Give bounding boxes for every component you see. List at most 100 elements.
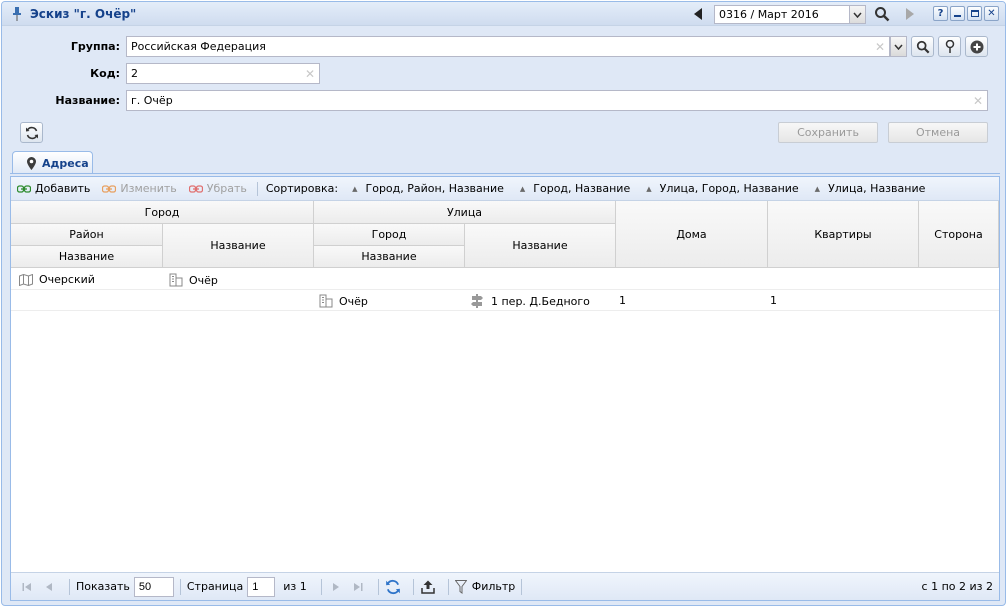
prev-page-button[interactable] — [41, 579, 57, 595]
group-search-button[interactable] — [911, 36, 934, 57]
remove-button[interactable]: Убрать — [188, 182, 247, 195]
help-icon: ? — [937, 8, 944, 19]
header-city-name[interactable]: Название — [163, 224, 314, 268]
cancel-button[interactable]: Отмена — [888, 122, 988, 143]
add-label: Добавить — [35, 182, 91, 195]
prev-period-button[interactable] — [688, 4, 708, 24]
building-icon — [169, 273, 183, 287]
sort-option-label: Улица, Город, Название — [659, 182, 799, 195]
add-button[interactable]: Добавить — [17, 182, 90, 195]
header-district[interactable]: Район — [11, 224, 163, 246]
first-page-button[interactable] — [19, 579, 35, 595]
address-sketch-window: Эскиз "г. Очёр" 0316 / Март 2016 ? ✕ Гру… — [1, 1, 1006, 606]
street-city-cell: Очёр — [319, 294, 368, 308]
apartments-cell: 1 — [770, 294, 777, 307]
first-page-icon — [22, 582, 31, 591]
pager-toolbar: Показать Страница из 1 Фильтр с 1 по 2 и… — [11, 572, 999, 600]
next-period-button[interactable] — [900, 4, 920, 24]
group-dropdown-button[interactable] — [890, 36, 907, 57]
search-period-button[interactable] — [872, 4, 892, 24]
sort-option-label: Город, Район, Название — [365, 182, 504, 195]
pager-separator — [320, 578, 322, 595]
header-houses[interactable]: Дома — [616, 201, 768, 268]
sort-city-name[interactable]: ▲ Город, Название — [520, 182, 630, 195]
clear-icon[interactable]: ✕ — [973, 94, 983, 108]
minimize-button[interactable] — [950, 6, 965, 21]
link-icon — [17, 184, 31, 193]
district-cell: Очерский — [19, 273, 95, 286]
period-select[interactable]: 0316 / Март 2016 — [714, 5, 866, 24]
header-street[interactable]: Улица — [314, 201, 616, 224]
name-label: Название: — [55, 94, 120, 107]
clear-icon[interactable]: ✕ — [305, 67, 315, 81]
group-label: Группа: — [70, 40, 120, 53]
close-button[interactable]: ✕ — [984, 6, 999, 21]
code-field[interactable]: 2 ✕ — [126, 63, 320, 84]
sort-asc-icon: ▲ — [519, 184, 526, 193]
save-button[interactable]: Сохранить — [778, 122, 878, 143]
refresh-icon — [385, 579, 400, 594]
pager-separator — [447, 578, 449, 595]
sort-city-district-name[interactable]: ▲ Город, Район, Название — [352, 182, 504, 195]
filter-icon — [454, 579, 467, 594]
arrow-left-icon — [694, 8, 702, 20]
last-page-icon — [353, 582, 363, 591]
pager-separator — [521, 578, 523, 595]
reload-button[interactable] — [385, 579, 401, 595]
header-street-name[interactable]: Название — [465, 224, 616, 268]
group-add-button[interactable] — [965, 36, 988, 57]
sort-street-city-name[interactable]: ▲ Улица, Город, Название — [646, 182, 798, 195]
header-street-city-name[interactable]: Название — [314, 246, 465, 268]
filter-button[interactable]: Фильтр — [454, 579, 516, 594]
chevron-down-icon — [894, 44, 903, 50]
name-field[interactable]: г. Очёр ✕ — [126, 90, 988, 111]
page-size-input[interactable] — [133, 576, 174, 597]
signpost-icon — [471, 294, 483, 308]
export-button[interactable] — [420, 579, 436, 595]
link-edit-icon — [102, 184, 117, 193]
arrow-right-icon — [906, 8, 914, 20]
next-page-button[interactable] — [328, 579, 344, 595]
page-total-label: из 1 — [283, 580, 307, 593]
period-value: 0316 / Март 2016 — [719, 8, 819, 21]
sort-option-label: Улица, Название — [828, 182, 926, 195]
name-value: г. Очёр — [131, 94, 173, 107]
group-field[interactable]: Российская Федерация ✕ — [126, 36, 890, 57]
header-apartments[interactable]: Квартиры — [768, 201, 919, 268]
close-icon: ✕ — [987, 8, 996, 19]
clear-icon[interactable]: ✕ — [875, 40, 885, 54]
houses-cell: 1 — [619, 294, 626, 307]
header-side[interactable]: Сторона — [919, 201, 999, 268]
header-street-city[interactable]: Город — [314, 224, 465, 246]
pager-separator — [69, 578, 70, 595]
street-cell: 1 пер. Д.Бедного — [471, 294, 590, 308]
map-pin-icon — [27, 156, 36, 170]
pin-icon — [945, 39, 954, 53]
sort-asc-icon: ▲ — [814, 184, 821, 193]
table-row[interactable]: Очёр 1 пер. Д.Бедного 1 1 — [11, 290, 999, 311]
group-locate-button[interactable] — [938, 36, 961, 57]
sort-street-name[interactable]: ▲ Улица, Название — [815, 182, 926, 195]
page-number-input[interactable] — [247, 576, 276, 597]
header-district-name[interactable]: Название — [11, 246, 163, 268]
table-row[interactable]: Очерский Очёр — [11, 269, 999, 290]
filter-label: Фильтр — [471, 580, 516, 593]
maximize-button[interactable] — [967, 6, 982, 21]
pin-icon — [13, 7, 21, 21]
last-page-button[interactable] — [350, 579, 366, 595]
prev-page-icon — [46, 582, 52, 591]
unlink-icon — [188, 184, 203, 193]
tab-addresses[interactable]: Адреса — [12, 151, 93, 174]
chevron-down-icon[interactable] — [849, 6, 865, 23]
edit-button[interactable]: Изменить — [102, 182, 177, 195]
plus-circle-icon — [970, 40, 983, 53]
edit-label: Изменить — [120, 182, 177, 195]
sort-option-label: Город, Название — [533, 182, 631, 195]
remove-label: Убрать — [206, 182, 247, 195]
pager-separator — [412, 578, 414, 595]
header-city[interactable]: Город — [11, 201, 314, 224]
help-button[interactable]: ? — [933, 6, 948, 21]
refresh-button[interactable] — [20, 122, 43, 143]
toolbar-separator — [256, 181, 258, 196]
district-name: Очерский — [39, 273, 95, 286]
